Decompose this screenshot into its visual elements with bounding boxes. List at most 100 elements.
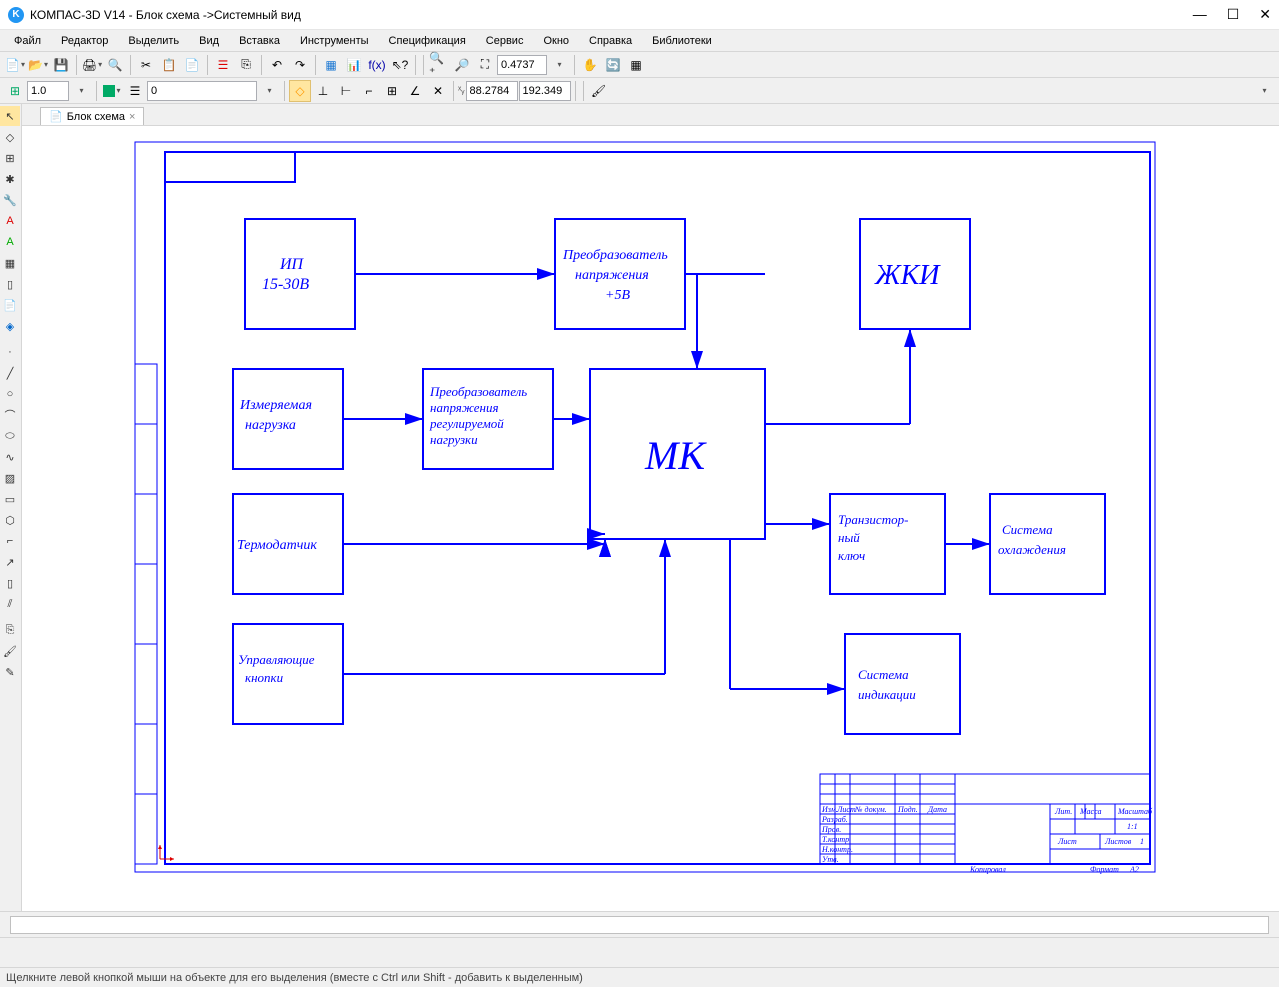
menu-editor[interactable]: Редактор xyxy=(53,33,116,49)
zoom-input[interactable] xyxy=(497,55,547,75)
new-button[interactable]: 📄▾ xyxy=(4,54,26,76)
palette-grid[interactable]: ⊞ xyxy=(0,148,20,168)
help-cursor-button[interactable]: ⇖? xyxy=(389,54,411,76)
palette-extend[interactable]: ↗ xyxy=(0,552,20,572)
snap-intersect-button[interactable]: ✕ xyxy=(427,80,449,102)
menu-spec[interactable]: Спецификация xyxy=(381,33,474,49)
palette-spline[interactable]: ∿ xyxy=(0,447,20,467)
properties-button[interactable]: ☰ xyxy=(212,54,234,76)
palette-chamfer[interactable]: ⌐ xyxy=(0,531,20,551)
drawing-canvas[interactable]: .frame { fill:none; stroke:#0000ff; stro… xyxy=(22,126,1279,911)
brush-button[interactable]: 🖌 xyxy=(588,80,610,102)
paste-button[interactable]: 📄 xyxy=(181,54,203,76)
maximize-button[interactable]: ☐ xyxy=(1227,6,1240,23)
palette-polygon[interactable]: ⬡ xyxy=(0,510,20,530)
menu-libraries[interactable]: Библиотеки xyxy=(644,33,720,49)
palette-geometry[interactable]: ◇ xyxy=(0,127,20,147)
redo-button[interactable]: ↷ xyxy=(289,54,311,76)
copy-button[interactable]: 📋 xyxy=(158,54,180,76)
svg-text:Масштаб: Масштаб xyxy=(1117,807,1153,816)
menu-file[interactable]: Файл xyxy=(6,33,49,49)
ortho-button[interactable]: ∠ xyxy=(404,80,426,102)
svg-text:Н.контр.: Н.контр. xyxy=(821,845,853,854)
document-tab[interactable]: 📄 Блок схема × xyxy=(40,107,144,125)
svg-text:Разраб.: Разраб. xyxy=(821,815,848,824)
open-button[interactable]: 📂▾ xyxy=(27,54,49,76)
svg-text:Лит.: Лит. xyxy=(1054,807,1072,816)
palette-table[interactable]: ▦ xyxy=(0,253,20,273)
palette-point[interactable]: · xyxy=(0,342,20,362)
palette-arc[interactable]: ⌒ xyxy=(0,405,20,425)
library-button[interactable]: ▦ xyxy=(320,54,342,76)
drawing-svg[interactable]: .frame { fill:none; stroke:#0000ff; stro… xyxy=(30,134,1230,911)
palette-offset[interactable]: ⫽ xyxy=(0,594,20,614)
svg-text:Изм.: Изм. xyxy=(821,805,838,814)
snap-center-button[interactable]: ⌐ xyxy=(358,80,380,102)
toolbar-overflow[interactable]: ▾ xyxy=(1253,80,1275,102)
minimize-button[interactable]: — xyxy=(1193,6,1207,23)
palette-ellipse[interactable]: ⬭ xyxy=(0,426,20,446)
snap-button[interactable]: ⊞ xyxy=(4,80,26,102)
lineweight-input[interactable] xyxy=(27,81,69,101)
variables-button[interactable]: 📊 xyxy=(343,54,365,76)
cut-button[interactable]: ✂ xyxy=(135,54,157,76)
menu-insert[interactable]: Вставка xyxy=(231,33,288,49)
snap-end-button[interactable]: ⊥ xyxy=(312,80,334,102)
layer-dropdown[interactable]: ▾ xyxy=(258,80,280,102)
print-preview-button[interactable]: 🔍 xyxy=(104,54,126,76)
copy-props-button[interactable]: ⎘ xyxy=(235,54,257,76)
save-button[interactable]: 💾 xyxy=(50,54,72,76)
print-button[interactable]: 🖨▾ xyxy=(81,54,103,76)
menu-tools[interactable]: Инструменты xyxy=(292,33,377,49)
color-button[interactable]: ▾ xyxy=(101,80,123,102)
zoom-fit-button[interactable]: ⛶ xyxy=(474,54,496,76)
palette-a2[interactable]: A xyxy=(0,232,20,252)
tab-close-button[interactable]: × xyxy=(129,111,135,123)
snap-grid-button[interactable]: ⊞ xyxy=(381,80,403,102)
coord-x-input[interactable] xyxy=(466,81,518,101)
palette-copy[interactable]: ⎘ xyxy=(0,620,20,640)
palette-sun[interactable]: ✱ xyxy=(0,169,20,189)
layer-input[interactable] xyxy=(147,81,257,101)
zoom-dropdown[interactable]: ▾ xyxy=(548,54,570,76)
svg-text:15-30В: 15-30В xyxy=(262,276,309,293)
palette-layers[interactable]: ◈ xyxy=(0,316,20,336)
command-input[interactable] xyxy=(10,916,1269,934)
snap-mid-button[interactable]: ⊢ xyxy=(335,80,357,102)
pan-button[interactable]: ✋ xyxy=(579,54,601,76)
svg-text:напряжения: напряжения xyxy=(430,400,499,415)
refresh-button[interactable]: 🔄 xyxy=(602,54,624,76)
coord-y-input[interactable] xyxy=(519,81,571,101)
menu-service[interactable]: Сервис xyxy=(478,33,532,49)
zoom-in-button[interactable]: 🔎 xyxy=(451,54,473,76)
palette-line[interactable]: ╱ xyxy=(0,363,20,383)
menu-window[interactable]: Окно xyxy=(535,33,577,49)
tool-palette: ↖ ◇ ⊞ ✱ 🔧 A A ▦ ▯ 📄 ◈ · ╱ ○ ⌒ ⬭ ∿ ▨ ▭ ⬡ … xyxy=(0,104,22,911)
document-tabs: 📄 Блок схема × xyxy=(22,104,1279,126)
palette-text[interactable]: A xyxy=(0,211,20,231)
fx-button[interactable]: f(x) xyxy=(366,54,388,76)
layer-manage-button[interactable]: ☰ xyxy=(124,80,146,102)
palette-circle[interactable]: ○ xyxy=(0,384,20,404)
palette-rect2[interactable]: ▯ xyxy=(0,573,20,593)
menu-view[interactable]: Вид xyxy=(191,33,227,49)
lineweight-dropdown[interactable]: ▾ xyxy=(70,80,92,102)
menu-help[interactable]: Справка xyxy=(581,33,640,49)
palette-wrench[interactable]: 🔧 xyxy=(0,190,20,210)
show-all-button[interactable]: ▦ xyxy=(625,54,647,76)
palette-hatch[interactable]: ▨ xyxy=(0,468,20,488)
palette-doc[interactable]: 📄 xyxy=(0,295,20,315)
close-button[interactable]: ✕ xyxy=(1259,6,1271,23)
palette-rect[interactable]: ▭ xyxy=(0,489,20,509)
palette-page[interactable]: ▯ xyxy=(0,274,20,294)
palette-pencil[interactable]: ✎ xyxy=(0,662,20,682)
svg-text:1:1: 1:1 xyxy=(1127,822,1138,831)
snap-nearest-button[interactable]: ◇ xyxy=(289,80,311,102)
status-text: Щелкните левой кнопкой мыши на объекте д… xyxy=(6,972,583,984)
zoom-area-button[interactable]: 🔍⁺ xyxy=(428,54,450,76)
menu-select[interactable]: Выделить xyxy=(120,33,187,49)
palette-paint[interactable]: 🖌 xyxy=(0,641,20,661)
palette-cursor[interactable]: ↖ xyxy=(0,106,20,126)
svg-text:Пров.: Пров. xyxy=(821,825,841,834)
undo-button[interactable]: ↶ xyxy=(266,54,288,76)
